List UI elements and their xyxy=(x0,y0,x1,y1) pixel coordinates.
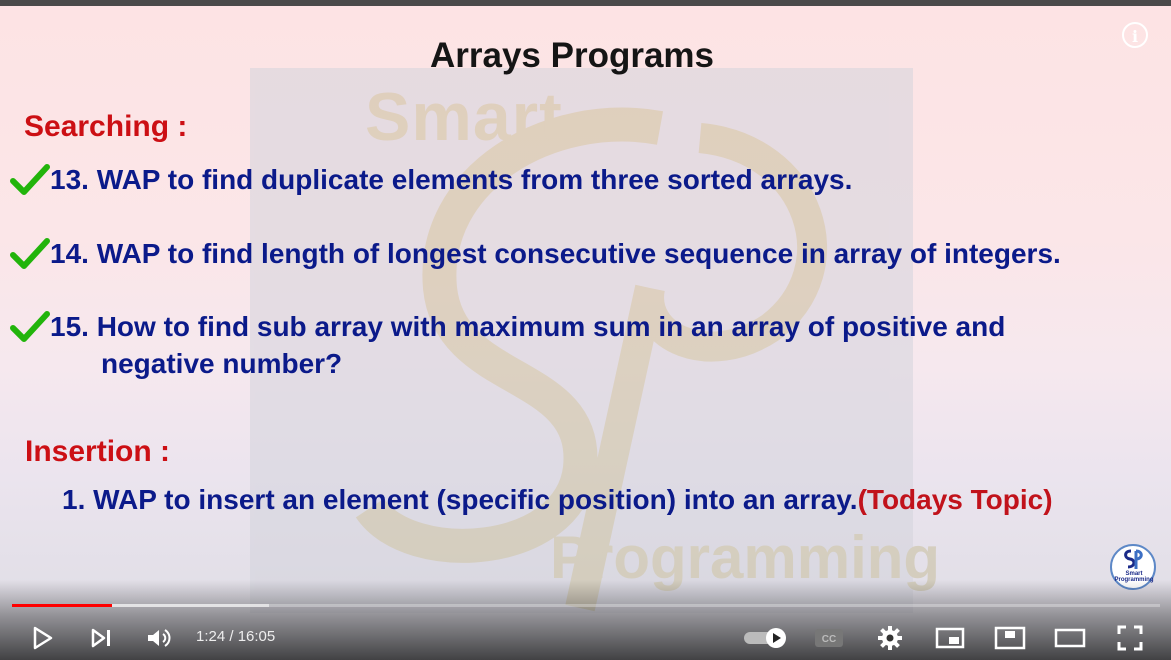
progress-bar[interactable] xyxy=(12,604,1160,607)
captions-button[interactable]: CC xyxy=(814,622,844,654)
list-item-15: 15. How to find sub array with maximum s… xyxy=(50,311,1006,342)
list-item-15-continuation: negative number? xyxy=(101,348,343,379)
next-button[interactable] xyxy=(86,622,116,654)
section-heading-searching: Searching : xyxy=(24,110,188,143)
volume-icon xyxy=(148,629,171,647)
theater-icon xyxy=(994,626,1026,650)
volume-button[interactable] xyxy=(143,622,175,654)
check-icon xyxy=(10,238,50,269)
autoplay-toggle-icon xyxy=(744,628,786,648)
list-item-13: 13. WAP to find duplicate elements from … xyxy=(50,164,853,195)
fullscreen-button[interactable] xyxy=(1114,622,1146,654)
next-icon xyxy=(91,628,110,648)
svg-text:CC: CC xyxy=(822,634,836,645)
wide-screen-icon xyxy=(1054,628,1086,648)
captions-icon: CC xyxy=(815,629,843,647)
theater-mode-button[interactable] xyxy=(993,622,1027,654)
played-bar xyxy=(12,604,112,607)
insertion-item-text: 1. WAP to insert an element (specific po… xyxy=(62,484,858,515)
info-icon[interactable]: i xyxy=(1122,22,1148,48)
insertion-item-1: 1. WAP to insert an element (specific po… xyxy=(62,484,1053,516)
watermark-top-text: Smart xyxy=(365,79,563,155)
video-player[interactable]: Smart Programming Arrays Programs Search… xyxy=(0,0,1171,660)
video-frame: Smart Programming Arrays Programs Search… xyxy=(0,6,1171,660)
fullscreen-icon xyxy=(1117,625,1143,651)
slide-title: Arrays Programs xyxy=(429,36,715,75)
miniplayer-button[interactable] xyxy=(934,622,966,654)
check-icon xyxy=(10,164,50,195)
section-heading-insertion: Insertion : xyxy=(25,435,171,468)
todays-topic-label: (Todays Topic) xyxy=(857,484,1053,515)
check-icon xyxy=(10,311,50,342)
screen-size-button[interactable] xyxy=(1053,622,1087,654)
autoplay-toggle[interactable] xyxy=(742,622,790,654)
time-display: 1:24 / 16:05 xyxy=(196,628,276,645)
play-button[interactable] xyxy=(26,622,58,654)
settings-button[interactable] xyxy=(874,622,906,654)
settings-icon xyxy=(878,626,902,650)
play-icon xyxy=(33,626,53,650)
miniplayer-icon xyxy=(935,627,965,649)
list-item-14: 14. WAP to find length of longest consec… xyxy=(50,238,1061,269)
